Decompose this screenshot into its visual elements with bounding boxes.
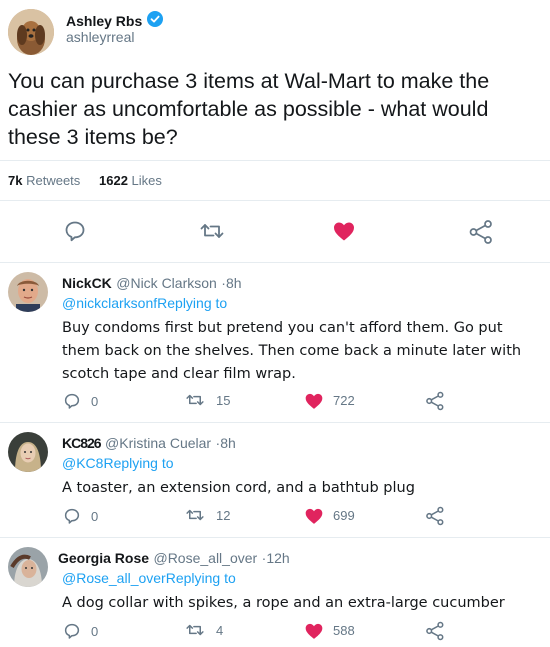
reply-icon[interactable] — [63, 622, 81, 640]
likes-label: Likes — [131, 173, 162, 188]
retweet-icon[interactable] — [199, 219, 225, 243]
retweet-icon[interactable] — [185, 621, 205, 639]
reply-avatar[interactable] — [8, 547, 48, 587]
reply-author-handle[interactable]: @Nick Clarkson — [116, 275, 217, 291]
reply-author-handle[interactable]: @Rose_all_over — [153, 550, 257, 566]
likes-count: 1622 — [99, 173, 128, 188]
replying-to: @nickclarksonfReplying to — [62, 295, 542, 311]
like-stats[interactable]: 1622 Likes — [99, 173, 162, 188]
reply-icon[interactable] — [63, 219, 87, 243]
reply-text: Buy condoms first but pretend you can't … — [62, 320, 522, 382]
divider — [0, 537, 550, 538]
author-handle[interactable]: ashleyrreal — [66, 29, 134, 45]
reply-time[interactable]: 8h — [226, 275, 242, 291]
reply-avatar[interactable] — [8, 432, 48, 472]
replying-to: @KC8Replying to — [62, 455, 542, 471]
replying-to-handle[interactable]: @KC8 — [62, 455, 103, 471]
reply-count: 0 — [91, 394, 99, 409]
like-count: 699 — [333, 508, 355, 523]
retweet-count: 12 — [216, 508, 231, 523]
retweets-label: Retweets — [26, 173, 81, 188]
divider — [0, 200, 550, 201]
like-count: 722 — [333, 393, 355, 408]
retweet-count: 15 — [216, 393, 231, 408]
like-count: 588 — [333, 623, 355, 638]
replying-to-label: Replying to — [157, 295, 228, 311]
divider — [0, 160, 550, 161]
retweet-icon[interactable] — [185, 391, 205, 409]
retweet-count: 4 — [216, 623, 224, 638]
author-avatar[interactable] — [8, 9, 54, 55]
replying-to-label: Replying to — [103, 455, 174, 471]
reply-count: 0 — [91, 624, 99, 639]
replying-to-handle[interactable]: @nickclarksonf — [62, 295, 157, 311]
retweets-count: 7k — [8, 173, 23, 188]
heart-icon[interactable] — [304, 621, 324, 641]
replying-to-handle[interactable]: @Rose_all_over — [62, 570, 166, 586]
heart-icon[interactable] — [332, 219, 356, 243]
reply-author-name[interactable]: NickCK — [62, 275, 112, 291]
reply-text: A dog collar with spikes, a rope and an … — [62, 595, 505, 611]
reply-header: NickCK @Nick Clarkson ·8h — [62, 275, 542, 293]
reply-author-name[interactable]: KC826 — [62, 435, 102, 451]
replying-to-label: Replying to — [165, 570, 236, 586]
share-icon[interactable] — [425, 391, 445, 411]
verified-badge-icon — [147, 11, 163, 27]
author-name[interactable]: Ashley Rbs — [66, 13, 142, 29]
heart-icon[interactable] — [304, 391, 324, 411]
share-icon[interactable] — [425, 621, 445, 641]
reply-author-handle[interactable]: @Kristina Cuelar — [105, 435, 211, 451]
retweet-icon[interactable] — [185, 506, 205, 524]
retweet-stats[interactable]: 7k Retweets — [8, 173, 80, 188]
reply-time[interactable]: 12h — [266, 550, 289, 566]
divider — [0, 262, 550, 263]
reply-icon[interactable] — [63, 392, 81, 410]
reply-header: Georgia Rose @Rose_all_over ·12h — [58, 550, 538, 568]
reply-text: A toaster, an extension cord, and a bath… — [62, 480, 415, 496]
share-icon[interactable] — [425, 506, 445, 526]
reply-count: 0 — [91, 509, 99, 524]
reply-icon[interactable] — [63, 507, 81, 525]
replying-to: @Rose_all_overReplying to — [62, 570, 542, 586]
reply-header: KC826 @Kristina Cuelar ·8h — [62, 435, 542, 453]
divider — [0, 422, 550, 423]
heart-icon[interactable] — [304, 506, 324, 526]
share-icon[interactable] — [468, 219, 494, 245]
reply-author-name[interactable]: Georgia Rose — [58, 550, 149, 566]
tweet-text: You can purchase 3 items at Wal-Mart to … — [8, 69, 490, 149]
reply-avatar[interactable] — [8, 272, 48, 312]
reply-time[interactable]: 8h — [220, 435, 236, 451]
